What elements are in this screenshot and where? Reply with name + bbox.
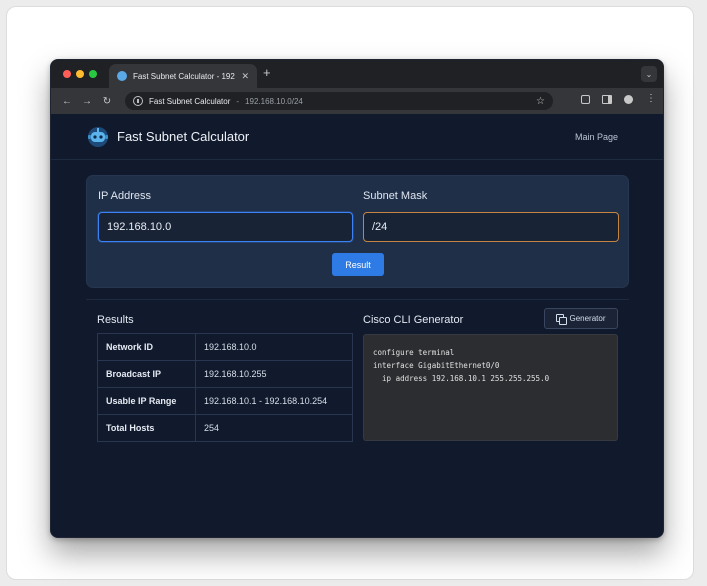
generator-label: Generator	[569, 314, 606, 323]
row-value: 192.168.10.0	[195, 333, 353, 361]
results-table: Network ID 192.168.10.0 Broadcast IP 192…	[97, 333, 353, 442]
cli-line: configure terminal	[373, 348, 455, 357]
row-value: 192.168.10.255	[195, 360, 353, 388]
row-key: Broadcast IP	[97, 360, 196, 388]
robot-logo-icon	[88, 127, 108, 147]
main-page-link[interactable]: Main Page	[575, 132, 618, 142]
generator-button[interactable]: Generator	[544, 308, 618, 329]
url-host: Fast Subnet Calculator	[149, 96, 231, 106]
subnet-mask-input[interactable]: /24	[363, 212, 619, 242]
browser-toolbar: ← → ↻ Fast Subnet Calculator - 192.168.1…	[51, 88, 663, 114]
subnet-mask-label: Subnet Mask	[363, 190, 428, 202]
ip-address-label: IP Address	[98, 190, 151, 202]
extensions-icon[interactable]	[581, 95, 590, 104]
bookmark-star-icon[interactable]: ☆	[536, 96, 545, 107]
cli-line: interface GigabitEthernet0/0	[373, 361, 500, 370]
page-title: Fast Subnet Calculator	[117, 129, 250, 144]
section-divider	[86, 299, 629, 300]
table-row: Network ID 192.168.10.0	[97, 333, 353, 361]
back-icon[interactable]: ←	[57, 96, 77, 107]
browser-menu-icon[interactable]: ⋮	[645, 94, 657, 104]
app-header: Fast Subnet Calculator Main Page	[51, 114, 663, 160]
input-panel: IP Address Subnet Mask 192.168.10.0 /24 …	[86, 175, 629, 288]
row-key: Usable IP Range	[97, 387, 196, 415]
row-key: Total Hosts	[97, 414, 196, 442]
minimize-window-button[interactable]	[76, 70, 84, 78]
browser-window: Fast Subnet Calculator - 192. ✕ + ⌄ ← → …	[50, 59, 664, 538]
tab-strip: Fast Subnet Calculator - 192. ✕ + ⌄	[51, 60, 663, 88]
row-key: Network ID	[97, 333, 196, 361]
screenshot-card: Fast Subnet Calculator - 192. ✕ + ⌄ ← → …	[6, 6, 694, 580]
favicon-icon	[117, 71, 127, 81]
address-bar[interactable]: Fast Subnet Calculator - 192.168.10.0/24…	[125, 92, 553, 110]
tab-title: Fast Subnet Calculator - 192.	[133, 71, 236, 81]
new-tab-button[interactable]: +	[263, 66, 271, 80]
forward-icon[interactable]: →	[77, 96, 97, 107]
cli-output[interactable]: configure terminal interface GigabitEthe…	[363, 334, 618, 441]
tab-close-icon[interactable]: ✕	[241, 71, 249, 82]
copy-icon	[556, 314, 568, 325]
profile-icon[interactable]	[624, 95, 633, 104]
close-window-button[interactable]	[63, 70, 71, 78]
site-info-icon[interactable]	[133, 96, 143, 106]
toolbar-icons: ⋮	[581, 94, 657, 104]
table-row: Usable IP Range 192.168.10.1 - 192.168.1…	[97, 387, 353, 415]
reload-icon[interactable]: ↻	[97, 96, 117, 107]
table-row: Total Hosts 254	[97, 414, 353, 442]
ip-address-input[interactable]: 192.168.10.0	[98, 212, 353, 242]
url-path: 192.168.10.0/24	[245, 96, 303, 106]
row-value: 254	[195, 414, 353, 442]
table-row: Broadcast IP 192.168.10.255	[97, 360, 353, 388]
cli-line: ip address 192.168.10.1 255.255.255.0	[373, 374, 550, 383]
result-button[interactable]: Result	[332, 253, 384, 276]
cli-heading: Cisco CLI Generator	[363, 314, 464, 326]
maximize-window-button[interactable]	[89, 70, 97, 78]
results-heading: Results	[97, 314, 134, 326]
browser-tab[interactable]: Fast Subnet Calculator - 192. ✕	[109, 64, 257, 88]
row-value: 192.168.10.1 - 192.168.10.254	[195, 387, 353, 415]
app-page: Fast Subnet Calculator Main Page IP Addr…	[51, 114, 663, 537]
side-panel-icon[interactable]	[602, 95, 612, 104]
url-separator: -	[236, 96, 240, 106]
tab-search-button[interactable]: ⌄	[641, 66, 657, 82]
